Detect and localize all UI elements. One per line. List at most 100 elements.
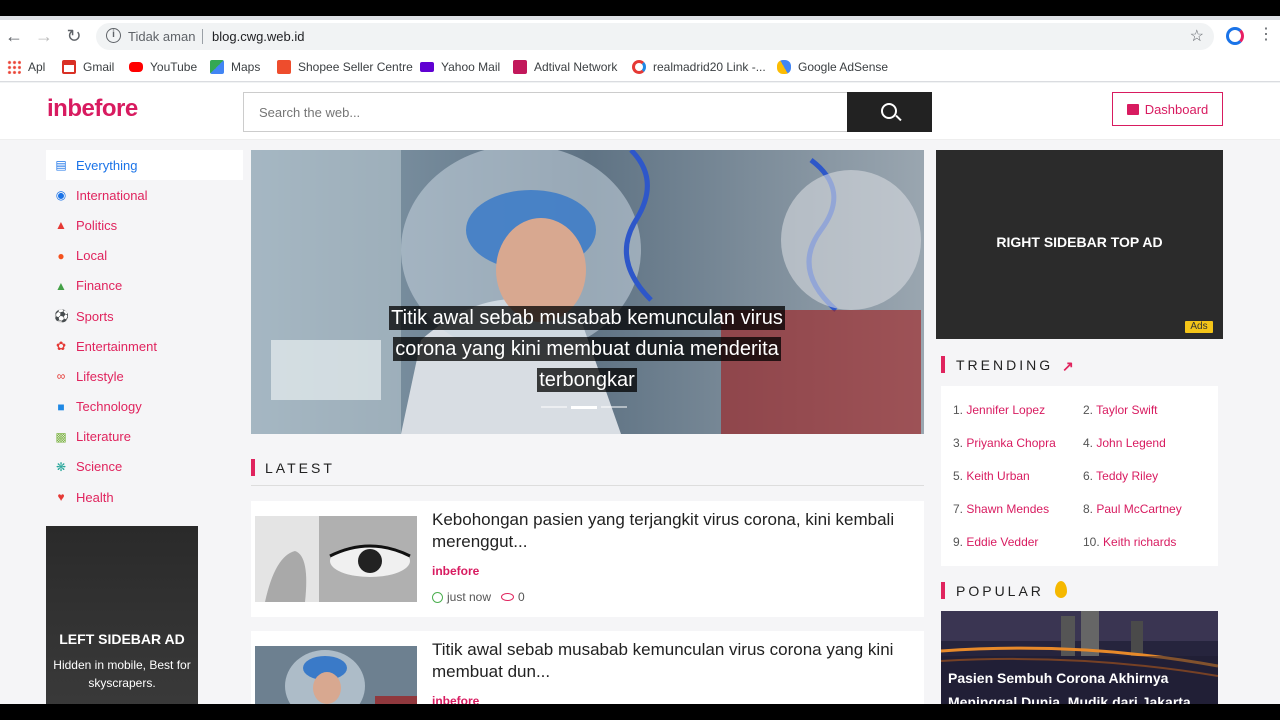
info-icon[interactable]: i — [106, 28, 121, 43]
slider-dot[interactable] — [541, 406, 567, 408]
search-button[interactable] — [847, 92, 932, 132]
nav-item-politics[interactable]: ▲ Politics — [46, 210, 243, 240]
article-source[interactable]: inbefore — [432, 564, 479, 578]
search-input[interactable] — [243, 92, 848, 132]
dashboard-button[interactable]: Dashboard — [1112, 92, 1223, 126]
hero-caption[interactable]: Titik awal sebab musabab kemunculan viru… — [369, 303, 805, 396]
slider-dot-active[interactable] — [571, 406, 597, 409]
trending-item[interactable]: 1. Jennifer Lopez — [953, 403, 1045, 417]
trending-item[interactable]: 4. John Legend — [1083, 436, 1166, 450]
trend-rank: 4. — [1083, 436, 1094, 450]
article-thumbnail[interactable] — [255, 516, 417, 602]
address-bar[interactable]: i Tidak aman blog.cwg.web.id ☆ — [96, 23, 1214, 50]
bookmark-yahoo-mail[interactable]: Yahoo Mail — [420, 58, 500, 76]
bookmark-star-icon[interactable]: ☆ — [1190, 26, 1204, 46]
nav-item-everything[interactable]: ▤ Everything — [46, 150, 243, 181]
back-icon[interactable]: ← — [4, 26, 24, 46]
nav-item-technology[interactable]: ■ Technology — [46, 392, 243, 422]
section-accent — [251, 459, 255, 476]
nav-item-lifestyle[interactable]: ∞ Lifestyle — [46, 361, 243, 391]
search-icon-handle — [895, 114, 902, 122]
trending-item[interactable]: 3. Priyanka Chopra — [953, 436, 1056, 450]
popular-section-header: POPULAR — [941, 581, 1223, 601]
popular-article[interactable]: Pasien Sembuh Corona Akhirnya Meninggal … — [941, 611, 1218, 704]
bookmark-realmadrid[interactable]: realmadrid20 Link -... — [632, 58, 766, 76]
left-sidebar-ad[interactable]: LEFT SIDEBAR AD Hidden in mobile, Best f… — [46, 526, 198, 704]
url-text[interactable]: blog.cwg.web.id — [212, 29, 305, 44]
trend-name: Keith richards — [1103, 535, 1177, 549]
article-meta: just now 0 — [432, 590, 525, 604]
nav-item-science[interactable]: ❋ Science — [46, 452, 243, 482]
popular-title[interactable]: Pasien Sembuh Corona Akhirnya Meninggal … — [948, 666, 1216, 704]
bookmark-adsense[interactable]: Google AdSense — [777, 58, 888, 76]
bookmark-label: YouTube — [150, 60, 198, 74]
letterbox-top — [0, 0, 1280, 16]
article-source[interactable]: inbefore — [432, 694, 479, 704]
section-title: LATEST — [265, 460, 335, 476]
bookmark-shopee[interactable]: Shopee Seller Centre — [277, 58, 413, 76]
globe-icon: ◉ — [55, 188, 67, 203]
nav-item-sports[interactable]: ⚽ Sports — [46, 301, 243, 331]
menu-icon[interactable]: ⋮ — [1258, 25, 1274, 45]
security-label[interactable]: Tidak aman — [128, 29, 195, 44]
slider-dot[interactable] — [601, 406, 627, 408]
trending-item[interactable]: 6. Teddy Riley — [1083, 469, 1158, 483]
adsense-icon — [777, 60, 791, 74]
article-title[interactable]: Titik awal sebab musabab kemunculan viru… — [432, 639, 902, 683]
trending-item[interactable]: 5. Keith Urban — [953, 469, 1030, 483]
trending-item[interactable]: 2. Taylor Swift — [1083, 403, 1158, 417]
forward-icon[interactable]: → — [34, 26, 54, 46]
trend-rank: 6. — [1083, 469, 1094, 483]
bookmark-youtube[interactable]: YouTube — [129, 58, 197, 76]
site-logo[interactable]: inbefore — [47, 95, 138, 123]
bookmark-adtival[interactable]: Adtival Network — [513, 58, 617, 76]
realmadrid-icon — [632, 60, 646, 74]
article-card[interactable]: Kebohongan pasien yang terjangkit virus … — [251, 501, 924, 617]
section-accent — [941, 582, 945, 599]
trend-rank: 2. — [1083, 403, 1094, 417]
nav-item-local[interactable]: ● Local — [46, 241, 243, 271]
nav-item-health[interactable]: ♥ Health — [46, 482, 243, 512]
right-sidebar-ad[interactable]: RIGHT SIDEBAR TOP AD Ads — [936, 150, 1223, 339]
bookmark-label: realmadrid20 Link -... — [653, 60, 766, 74]
latest-section-header: LATEST — [251, 458, 924, 486]
film-icon: ✿ — [55, 339, 67, 354]
trend-rank: 3. — [953, 436, 964, 450]
bookmark-maps[interactable]: Maps — [210, 58, 260, 76]
article-card[interactable]: Titik awal sebab musabab kemunculan viru… — [251, 631, 924, 704]
nav-item-entertainment[interactable]: ✿ Entertainment — [46, 331, 243, 361]
newspaper-icon: ▤ — [55, 158, 67, 173]
article-title[interactable]: Kebohongan pasien yang terjangkit virus … — [432, 509, 902, 553]
trend-name: Priyanka Chopra — [966, 436, 1056, 450]
trending-item[interactable]: 9. Eddie Vedder — [953, 535, 1038, 549]
trending-item[interactable]: 10. Keith richards — [1083, 535, 1176, 549]
nav-label: Technology — [76, 399, 142, 415]
location-person-icon: ● — [57, 248, 65, 263]
bookmark-apps[interactable]: Apl — [7, 58, 45, 76]
ads-badge: Ads — [1185, 321, 1213, 333]
nav-item-literature[interactable]: ▩ Literature — [46, 422, 243, 452]
bookmark-label: Gmail — [83, 60, 115, 74]
clock-icon — [432, 591, 443, 603]
category-nav: ▤ Everything ◉ International ▲ Politics ● Lo… — [46, 150, 243, 512]
reload-icon[interactable]: ↻ — [64, 26, 84, 46]
bookmark-label: Yahoo Mail — [441, 60, 501, 74]
trend-rank: 1. — [953, 403, 964, 417]
website: inbefore Dashboard ▤ Everything ◉ Internat… — [0, 83, 1280, 704]
trending-item[interactable]: 7. Shawn Mendes — [953, 502, 1049, 516]
hero-slider[interactable]: Titik awal sebab musabab kemunculan viru… — [251, 150, 924, 434]
trend-rank: 10. — [1083, 535, 1100, 549]
trending-item[interactable]: 8. Paul McCartney — [1083, 502, 1182, 516]
hero-caption-text: Titik awal sebab musabab kemunculan viru… — [389, 306, 785, 392]
extension-icon[interactable] — [1226, 27, 1244, 45]
article-thumbnail[interactable] — [255, 646, 417, 704]
nav-item-finance[interactable]: ▲ Finance — [46, 271, 243, 301]
nav-item-international[interactable]: ◉ International — [46, 180, 243, 210]
youtube-icon — [129, 62, 143, 72]
trend-rank: 9. — [953, 535, 964, 549]
section-accent — [941, 356, 945, 373]
bookmarks-bar: Apl Gmail YouTube Maps Shopee Seller Cen… — [0, 52, 1280, 82]
bookmark-gmail[interactable]: Gmail — [62, 58, 114, 76]
browser-toolbar: ← → ↻ i Tidak aman blog.cwg.web.id ☆ ⋮ — [0, 20, 1280, 52]
trend-name: Jennifer Lopez — [966, 403, 1046, 417]
